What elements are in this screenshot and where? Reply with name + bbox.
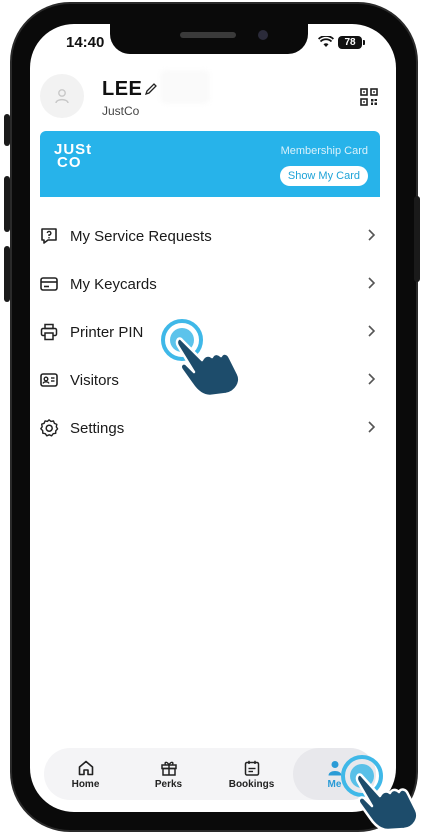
notch — [110, 24, 308, 54]
profile-name: LEE — [102, 78, 143, 100]
calendar-icon — [244, 760, 259, 776]
speaker — [180, 32, 236, 38]
camera — [258, 30, 268, 40]
qr-code-icon[interactable] — [360, 88, 378, 106]
redacted-area — [160, 70, 210, 104]
tab-perks[interactable]: Perks — [127, 748, 210, 800]
profile-company: JustCo — [102, 104, 140, 118]
chevron-right-icon — [368, 421, 376, 433]
keycard-icon — [38, 273, 60, 295]
tab-home[interactable]: Home — [44, 748, 127, 800]
tab-label: Home — [71, 778, 100, 790]
gear-icon — [38, 417, 60, 439]
side-button — [4, 114, 10, 146]
menu-label: Visitors — [70, 371, 119, 389]
tab-label: Bookings — [228, 778, 275, 790]
tab-bookings[interactable]: Bookings — [210, 748, 293, 800]
tap-hand-cursor-icon — [161, 319, 241, 398]
printer-icon — [38, 321, 60, 343]
volume-up-button — [4, 176, 10, 232]
tap-hand-cursor-icon — [341, 755, 419, 830]
membership-card[interactable]: JUSt CO Membership Card Show My Card — [40, 131, 380, 197]
power-button — [414, 196, 420, 282]
menu-item-keycards[interactable]: My Keycards — [38, 260, 382, 308]
menu-label: My Keycards — [70, 275, 157, 293]
tab-label: Perks — [154, 778, 183, 790]
chevron-right-icon — [368, 229, 376, 241]
justco-logo: JUSt CO — [54, 142, 92, 170]
menu-item-settings[interactable]: Settings — [38, 404, 382, 452]
status-time: 14:40 — [66, 34, 105, 51]
chevron-right-icon — [368, 325, 376, 337]
help-bubble-icon — [38, 225, 60, 247]
person-placeholder-icon — [55, 89, 69, 104]
show-my-card-button[interactable]: Show My Card — [279, 166, 368, 186]
gift-icon — [160, 761, 177, 776]
edit-pencil-icon[interactable] — [144, 82, 158, 96]
avatar[interactable] — [40, 74, 84, 118]
home-icon — [78, 760, 93, 775]
membership-card-label: Membership Card — [280, 145, 368, 157]
battery-indicator: 78 — [338, 36, 365, 49]
menu-item-service-requests[interactable]: My Service Requests — [38, 212, 382, 260]
visitor-id-icon — [38, 369, 60, 391]
volume-down-button — [4, 246, 10, 302]
menu-label: My Service Requests — [70, 227, 212, 245]
menu-label: Printer PIN — [70, 323, 144, 341]
menu-label: Settings — [70, 419, 125, 437]
chevron-right-icon — [368, 277, 376, 289]
bottom-tab-bar: Home Perks Bookings Me — [44, 748, 376, 800]
chevron-right-icon — [368, 373, 376, 385]
wifi-icon — [317, 35, 335, 51]
